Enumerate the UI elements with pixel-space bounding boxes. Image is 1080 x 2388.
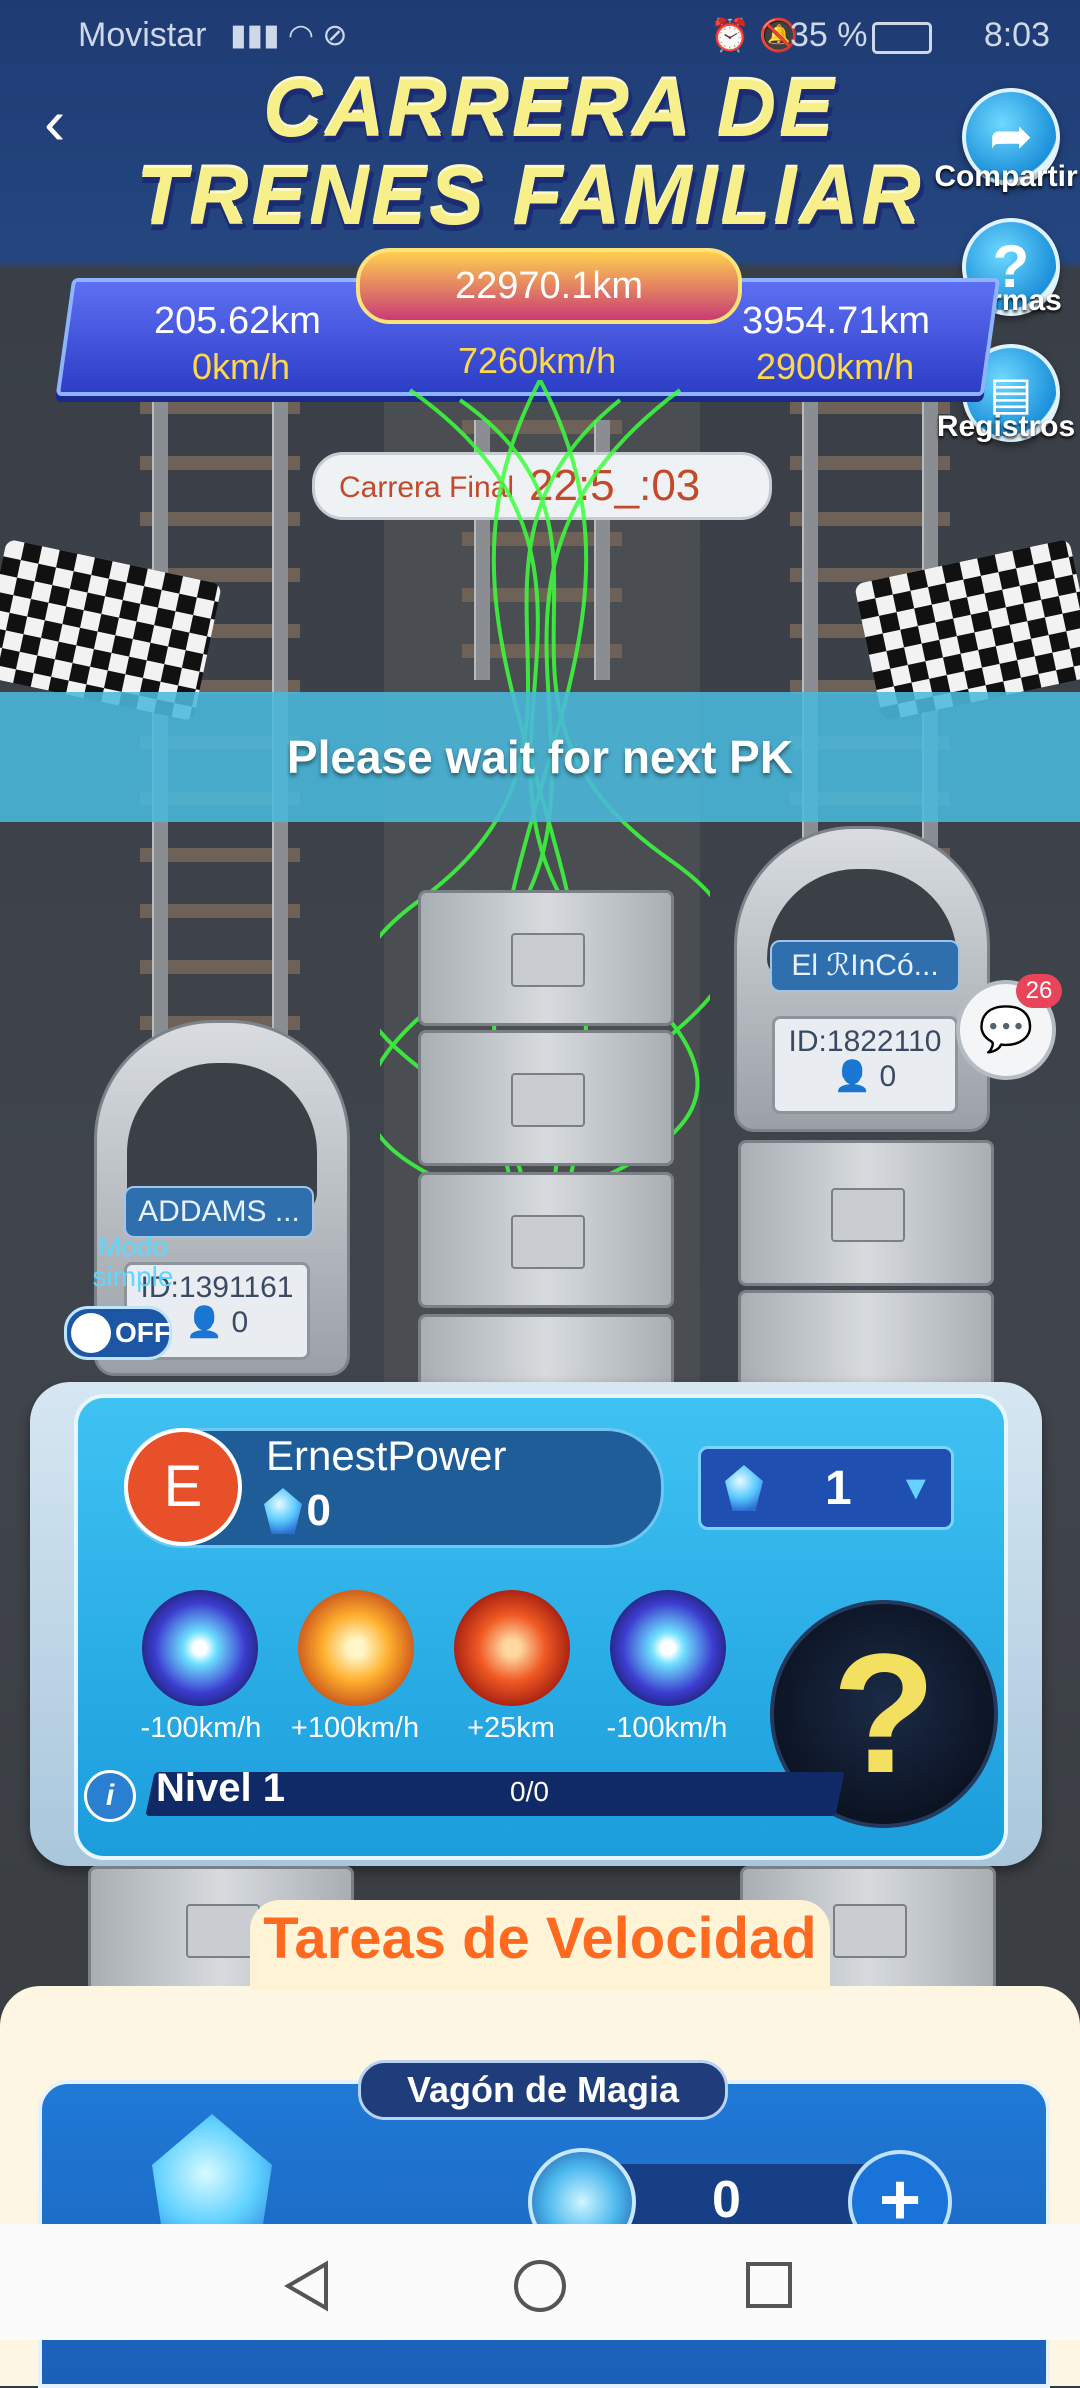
skill-distance-icon[interactable] (454, 1590, 570, 1706)
carrier-label: Movistar (78, 16, 207, 54)
wait-message: Please wait for next PK (286, 731, 794, 783)
skill-boost-icon[interactable] (298, 1590, 414, 1706)
skill-label: +25km (467, 1712, 555, 1744)
gem-amount-select[interactable]: 1 ▼ (698, 1446, 954, 1530)
gem-icon (264, 1488, 302, 1534)
battery-percent: 35 % (790, 16, 868, 54)
total-distance-pill: 22970.1km (356, 248, 742, 324)
right-train-id: ID:1822110 (788, 1025, 942, 1058)
left-speed: 0km/h (192, 346, 291, 387)
level-label: Nivel 1 (156, 1766, 285, 1810)
center-train-car (418, 890, 674, 1026)
back-nav-icon[interactable] (282, 2260, 334, 2312)
user-icon: 👤 (833, 1060, 872, 1093)
right-train-car (738, 1290, 994, 1396)
wait-banner: Please wait for next PK (0, 692, 1080, 822)
center-train-car (418, 1030, 674, 1166)
system-nav-bar (0, 2224, 1080, 2340)
right-train-id-plate: ID:1822110 👤 0 (772, 1016, 958, 1114)
back-arrow-icon[interactable]: ‹ (44, 90, 104, 160)
right-speed: 2900km/h (756, 346, 915, 387)
skill-label: +100km/h (290, 1712, 420, 1744)
page-title-line2: TRENES FAMILIAR (136, 151, 924, 242)
toggle-state: OFF (115, 1317, 171, 1348)
share-label: Compartir (934, 160, 1078, 193)
signal-icon: ▮▮▮ ◠ ⊘ (230, 19, 348, 52)
magic-counter-value: 0 (712, 2171, 741, 2229)
level-progress: 0/0 (510, 1776, 549, 1807)
skill-slow-icon[interactable] (610, 1590, 726, 1706)
home-nav-icon[interactable] (512, 2258, 568, 2314)
records-label: Registros (936, 410, 1076, 443)
chevron-down-icon: ▼ (899, 1469, 933, 1507)
tasks-title: Tareas de Velocidad (263, 1906, 817, 1971)
total-distance: 22970.1km (454, 265, 643, 307)
skill-slow-icon[interactable] (142, 1590, 258, 1706)
right-train-name: El ℛInCó... (770, 940, 960, 992)
battery-icon (872, 22, 932, 54)
avatar[interactable]: E (124, 1428, 242, 1546)
magic-wagon-title: Vagón de Magia (358, 2060, 728, 2120)
simple-mode-toggle[interactable]: OFF (64, 1306, 172, 1360)
clock: 8:03 (983, 16, 1050, 54)
chat-badge: 26 (1016, 974, 1062, 1008)
skill-label: -100km/h (140, 1712, 262, 1744)
user-name: ErnestPower (266, 1432, 507, 1479)
skill-label: -100km/h (606, 1712, 728, 1744)
user-gems: 0 (264, 1486, 331, 1536)
right-distance: 3954.71km (742, 300, 931, 342)
center-train-car (418, 1172, 674, 1308)
right-train-members: 👤 0 (833, 1060, 897, 1093)
recents-nav-icon[interactable] (744, 2260, 796, 2312)
left-distance: 205.62km (154, 300, 321, 342)
info-icon[interactable]: i (84, 1770, 136, 1822)
center-train-car (418, 1314, 674, 1390)
alarm-icon: ⏰ 🔕 (710, 17, 799, 53)
simple-mode-label: Modo simple (92, 1231, 174, 1292)
gem-icon (725, 1465, 763, 1511)
center-speed: 7260km/h (458, 340, 617, 381)
gem-select-value: 1 (825, 1462, 852, 1515)
page-title-line1: CARRERA DE (263, 63, 837, 154)
right-train-car (738, 1140, 994, 1286)
user-icon: 👤 (185, 1306, 224, 1339)
user-gem-count: 0 (306, 1486, 331, 1535)
